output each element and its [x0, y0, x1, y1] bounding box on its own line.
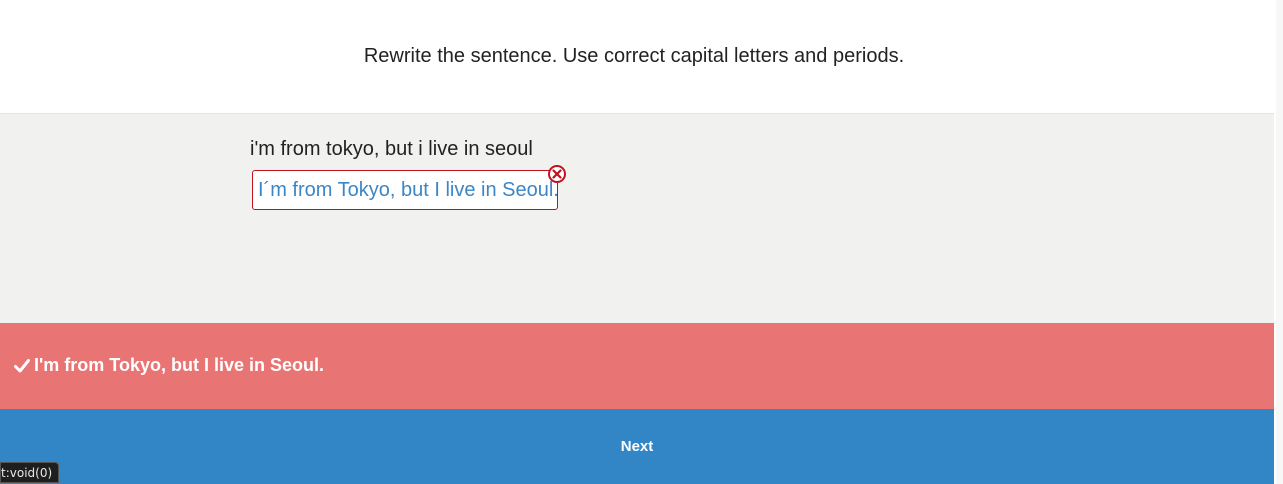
- feedback-bar: I'm from Tokyo, but I live in Seoul.: [0, 323, 1274, 409]
- next-button[interactable]: Next: [0, 409, 1274, 484]
- status-bar-link: t:void(0): [0, 462, 60, 483]
- work-area: i'm from tokyo, but i live in seoul I´m …: [0, 114, 1274, 323]
- scrollbar[interactable]: [1276, 0, 1283, 484]
- answer-text: I´m from Tokyo, but I live in Seoul.: [258, 179, 559, 201]
- correct-answer-text: I'm from Tokyo, but I live in Seoul.: [34, 355, 324, 375]
- answer-field[interactable]: I´m from Tokyo, but I live in Seoul.: [252, 170, 559, 210]
- checkmark-icon: [14, 359, 30, 373]
- exercise-page: Rewrite the sentence. Use correct capita…: [0, 0, 1283, 484]
- instruction-text: Rewrite the sentence. Use correct capita…: [363, 45, 905, 67]
- close-circle-icon: [548, 165, 566, 183]
- prompt-sentence: i'm from tokyo, but i live in seoul: [250, 138, 533, 160]
- instruction-bar: Rewrite the sentence. Use correct capita…: [0, 0, 1274, 114]
